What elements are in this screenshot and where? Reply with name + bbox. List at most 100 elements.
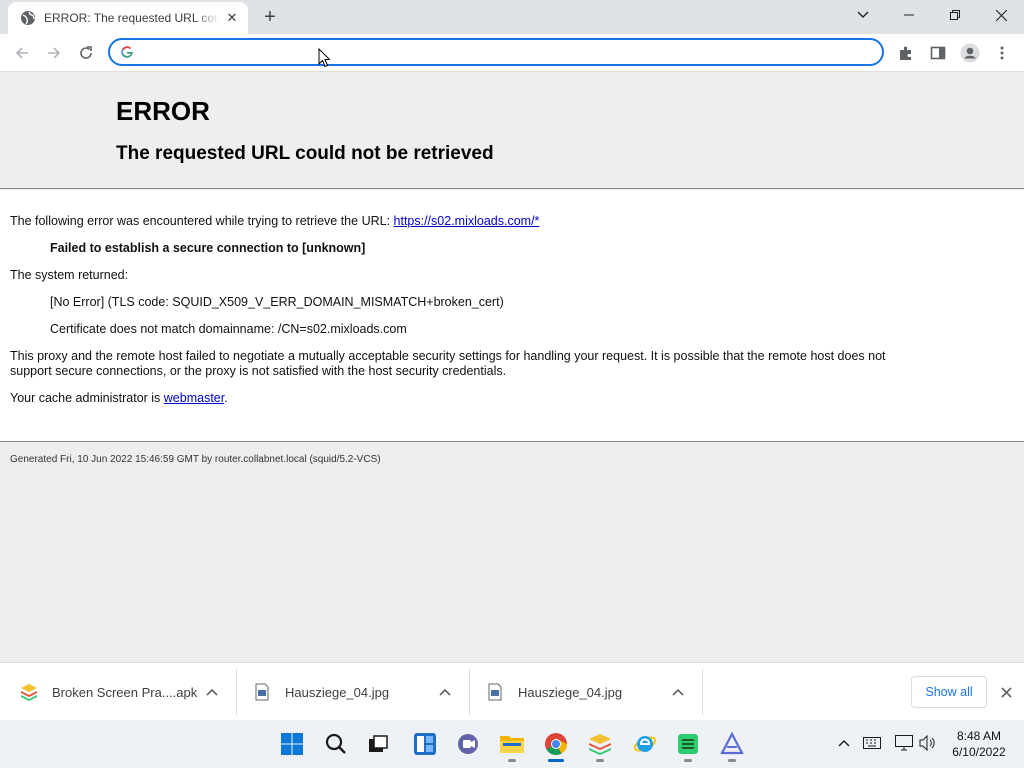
bluestacks-button[interactable]	[580, 724, 620, 764]
show-all-button[interactable]: Show all	[911, 676, 987, 708]
bluestacks-apk-icon	[21, 684, 37, 701]
webmaster-link[interactable]: webmaster	[164, 391, 224, 405]
chevron-up-icon[interactable]	[202, 688, 222, 696]
cache-admin-text: Your cache administrator is	[10, 391, 164, 405]
internet-explorer-icon	[633, 736, 657, 752]
tab-title: ERROR: The requested URL could not be re…	[44, 11, 220, 25]
show-hidden-icons-button[interactable]	[833, 732, 855, 754]
bluestacks-multi-icon	[678, 734, 698, 754]
side-panel-button[interactable]	[925, 40, 951, 66]
internet-explorer-button[interactable]	[625, 724, 665, 764]
image-file-icon	[255, 683, 269, 701]
system-error: [No Error] (TLS code: SQUID_X509_V_ERR_D…	[50, 295, 504, 309]
close-icon	[1000, 686, 1012, 698]
address-bar[interactable]	[108, 38, 884, 66]
explanation-line-2: support secure connections, or the proxy…	[10, 364, 507, 378]
side-panel-icon	[930, 46, 946, 60]
volume-button[interactable]	[917, 732, 939, 754]
search-icon	[325, 733, 346, 754]
close-window-button[interactable]	[978, 0, 1024, 30]
puzzle-icon	[900, 46, 911, 60]
google-icon	[121, 46, 133, 58]
active-indicator	[548, 759, 564, 762]
folder-icon	[500, 736, 524, 753]
minimize-icon	[904, 14, 914, 16]
download-item[interactable]: Hausziege_04.jpg	[470, 669, 703, 715]
requested-url-link[interactable]: https://s02.mixloads.com/*	[394, 214, 540, 228]
app-launcher-button[interactable]	[712, 724, 752, 764]
error-message: Failed to establish a secure connection …	[50, 241, 366, 255]
keyboard-button[interactable]	[861, 732, 883, 754]
cache-admin-suffix: .	[224, 391, 228, 405]
tab-search-button[interactable]	[840, 0, 886, 30]
restore-icon	[950, 10, 960, 20]
running-indicator	[684, 759, 692, 762]
download-item[interactable]: Broken Screen Pra....apk	[4, 669, 237, 715]
triangle-app-icon	[720, 732, 744, 755]
running-indicator	[508, 759, 516, 762]
error-title: ERROR	[116, 96, 210, 126]
task-view-button[interactable]	[358, 724, 398, 764]
download-name: Hausziege_04.jpg	[518, 684, 623, 700]
profile-button[interactable]	[957, 40, 983, 66]
bluestacks-multi-button[interactable]	[668, 724, 708, 764]
keyboard-icon	[863, 737, 881, 749]
error-subtitle: The requested URL could not be retrieved	[116, 143, 494, 164]
new-tab-button[interactable]: +	[258, 5, 282, 29]
network-button[interactable]	[893, 732, 915, 754]
running-indicator	[728, 759, 736, 762]
more-vert-icon	[1000, 46, 1004, 60]
reload-button[interactable]	[73, 40, 99, 66]
download-name: Hausziege_04.jpg	[285, 684, 390, 700]
cache-admin: Your cache administrator is webmaster.	[10, 391, 228, 405]
arrow-left-icon	[15, 47, 28, 59]
extensions-button[interactable]	[893, 40, 919, 66]
system-clock[interactable]: 8:48 AM 6/10/2022	[944, 728, 1014, 760]
widgets-icon	[414, 733, 436, 755]
search-button[interactable]	[316, 724, 356, 764]
bluestacks-icon	[589, 734, 611, 755]
address-input[interactable]	[142, 44, 882, 60]
volume-icon	[919, 735, 935, 751]
file-explorer-button[interactable]	[492, 724, 532, 764]
menu-button[interactable]	[989, 40, 1015, 66]
tab-strip: ERROR: The requested URL could not be re…	[0, 0, 1024, 34]
page-content: ERROR The requested URL could not be ret…	[0, 72, 1024, 662]
restore-button[interactable]	[932, 0, 978, 30]
error-intro: The following error was encountered whil…	[10, 214, 539, 228]
download-item[interactable]: Hausziege_04.jpg	[237, 669, 470, 715]
chrome-button[interactable]	[536, 724, 576, 764]
start-button[interactable]	[272, 724, 312, 764]
tab-close-icon[interactable]: ✕	[224, 10, 240, 26]
back-button[interactable]	[9, 40, 35, 66]
minimize-button[interactable]	[886, 0, 932, 30]
image-file-icon	[488, 683, 502, 701]
mouse-cursor-icon	[318, 48, 330, 68]
chevron-up-icon[interactable]	[435, 688, 455, 696]
chevron-up-icon	[838, 740, 850, 747]
error-header: ERROR The requested URL could not be ret…	[0, 72, 1024, 189]
clock-time: 8:48 AM	[956, 729, 1002, 743]
generated-footer: Generated Fri, 10 Jun 2022 15:46:59 GMT …	[10, 454, 381, 465]
close-shelf-button[interactable]	[996, 682, 1016, 702]
chat-icon	[458, 734, 478, 754]
explanation-line-1: This proxy and the remote host failed to…	[10, 349, 886, 363]
forward-button[interactable]	[41, 40, 67, 66]
windows-icon	[281, 733, 303, 755]
download-shelf: Broken Screen Pra....apk Hausziege_04.jp…	[0, 662, 1024, 720]
task-view-icon	[369, 735, 388, 752]
windows-taskbar: 8:48 AM 6/10/2022	[0, 720, 1024, 768]
chevron-down-icon	[857, 11, 869, 18]
error-body: The following error was encountered whil…	[0, 190, 1024, 442]
running-indicator	[596, 759, 604, 762]
teams-chat-button[interactable]	[448, 724, 488, 764]
clock-date: 6/10/2022	[952, 745, 1006, 759]
intro-text: The following error was encountered whil…	[10, 214, 394, 228]
widgets-button[interactable]	[405, 724, 445, 764]
download-name: Broken Screen Pra....apk	[52, 684, 198, 700]
close-icon	[995, 9, 1007, 21]
browser-tab[interactable]: ERROR: The requested URL could not be re…	[8, 2, 248, 34]
chevron-up-icon[interactable]	[668, 688, 688, 696]
system-returned-label: The system returned:	[10, 268, 129, 282]
certificate-message: Certificate does not match domainname: /…	[50, 322, 407, 336]
